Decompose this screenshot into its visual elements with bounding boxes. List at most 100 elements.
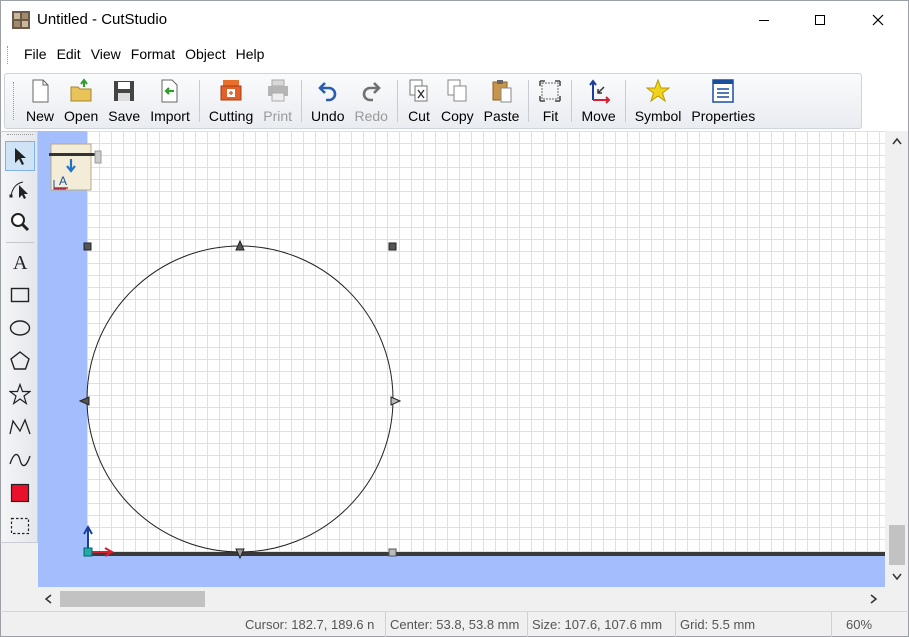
vertical-scrollbar[interactable] — [885, 131, 909, 587]
selection-handle-top[interactable] — [235, 239, 245, 251]
maximize-button[interactable] — [797, 1, 843, 39]
ellipse-icon — [9, 320, 31, 336]
paste-label: Paste — [483, 108, 520, 124]
marquee-tool[interactable] — [5, 511, 35, 541]
chevron-left-icon — [44, 594, 52, 604]
menu-format[interactable]: Format — [126, 38, 180, 71]
import-icon — [161, 79, 178, 103]
horizontal-scroll-thumb[interactable] — [60, 591, 205, 607]
palette-grip — [7, 134, 33, 138]
vertical-scroll-thumb[interactable] — [889, 525, 905, 565]
drawing-layer: A — [49, 143, 402, 560]
svg-text:A: A — [13, 252, 28, 273]
properties-button[interactable]: Properties — [686, 74, 760, 128]
cutting-button[interactable]: Cutting — [204, 74, 258, 128]
cutstudio-app-icon — [12, 11, 30, 29]
properties-icon — [712, 79, 735, 103]
cut-button[interactable]: Cut — [402, 74, 436, 128]
copy-label: Copy — [440, 108, 474, 124]
cut-label: Cut — [408, 108, 430, 124]
new-document-icon — [32, 79, 49, 103]
menu-grip — [7, 45, 11, 64]
selection-handle-bottom[interactable] — [235, 548, 245, 560]
edit-points-tool[interactable] — [5, 174, 35, 204]
fit-icon — [539, 80, 562, 102]
print-label: Print — [263, 108, 293, 124]
drawing-canvas[interactable]: A — [38, 131, 885, 587]
star-outline-icon — [9, 383, 31, 405]
selection-handle-left[interactable] — [78, 396, 90, 406]
toolbar-separator — [301, 80, 303, 122]
dashed-rectangle-icon — [10, 517, 30, 535]
selection-handle-top-right[interactable] — [388, 242, 397, 251]
star-symbol-icon — [646, 78, 671, 103]
save-button[interactable]: Save — [103, 74, 145, 128]
pentagon-icon — [10, 351, 30, 370]
window-title: Untitled - CutStudio — [37, 11, 168, 28]
close-button[interactable] — [855, 1, 901, 39]
menu-file[interactable]: File — [19, 38, 52, 71]
polyline-tool[interactable] — [5, 412, 35, 442]
symbol-button[interactable]: Symbol — [630, 74, 687, 128]
toolbar-grip — [13, 82, 17, 120]
move-button[interactable]: Move — [576, 74, 620, 128]
horizontal-scrollbar[interactable] — [38, 587, 885, 611]
print-button[interactable]: Print — [258, 74, 297, 128]
arrow-pointer-icon — [15, 148, 26, 165]
scroll-up-button[interactable] — [889, 133, 905, 149]
cut-icon — [409, 79, 428, 102]
cutting-plotter-icon — [220, 80, 242, 101]
menu-view[interactable]: View — [86, 38, 126, 71]
redo-button[interactable]: Redo — [350, 74, 393, 128]
save-label: Save — [108, 108, 141, 124]
selection-handle-right[interactable] — [390, 396, 402, 406]
save-disk-icon — [114, 81, 135, 101]
zoom-tool[interactable] — [5, 207, 35, 237]
selection-handle-bottom-right[interactable] — [388, 548, 397, 557]
fill-color-tool[interactable] — [5, 478, 35, 508]
undo-icon — [317, 82, 337, 102]
text-tool[interactable]: A — [5, 247, 35, 277]
copy-button[interactable]: Copy — [436, 74, 479, 128]
chevron-up-icon — [892, 137, 902, 145]
menu-object[interactable]: Object — [180, 38, 230, 71]
move-label: Move — [581, 108, 616, 124]
rectangle-tool[interactable] — [5, 280, 35, 310]
open-button[interactable]: Open — [59, 74, 103, 128]
import-button[interactable]: Import — [145, 74, 195, 128]
toolbar-separator — [571, 80, 573, 122]
redo-icon — [362, 82, 382, 102]
cut-direction-panel-icon[interactable]: A — [49, 143, 102, 191]
left-bottom-strip — [0, 543, 38, 611]
status-bar: Cursor: 182.7, 189.6 n Center: 53.8, 53.… — [0, 611, 909, 637]
polyline-icon — [9, 418, 31, 435]
menu-edit[interactable]: Edit — [52, 38, 86, 71]
scroll-down-button[interactable] — [889, 569, 905, 585]
red-fill-swatch-icon — [10, 483, 30, 503]
selected-circle-shape[interactable] — [86, 245, 394, 553]
paste-button[interactable]: Paste — [479, 74, 525, 128]
rectangle-icon — [10, 287, 30, 303]
status-cursor: Cursor: 182.7, 189.6 n — [245, 617, 375, 632]
star-tool[interactable] — [5, 379, 35, 409]
fit-button[interactable]: Fit — [533, 74, 567, 128]
polygon-tool[interactable] — [5, 346, 35, 376]
menu-help[interactable]: Help — [231, 38, 270, 71]
copy-icon — [447, 79, 467, 102]
status-size: Size: 107.6, 107.6 mm — [527, 612, 671, 637]
selection-handle-top-left[interactable] — [83, 242, 92, 251]
import-label: Import — [150, 108, 190, 124]
new-button[interactable]: New — [21, 74, 59, 128]
minimize-button[interactable] — [741, 1, 787, 39]
new-label: New — [26, 108, 55, 124]
select-tool[interactable] — [5, 141, 35, 171]
undo-button[interactable]: Undo — [306, 74, 349, 128]
text-a-icon: A — [13, 252, 28, 273]
scroll-right-button[interactable] — [866, 591, 882, 607]
menu-bar: File Edit View Format Object Help — [0, 38, 909, 71]
symbol-label: Symbol — [634, 108, 682, 124]
scroll-left-button[interactable] — [40, 591, 56, 607]
svg-text:A: A — [59, 174, 67, 188]
curve-tool[interactable] — [5, 445, 35, 475]
ellipse-tool[interactable] — [5, 313, 35, 343]
